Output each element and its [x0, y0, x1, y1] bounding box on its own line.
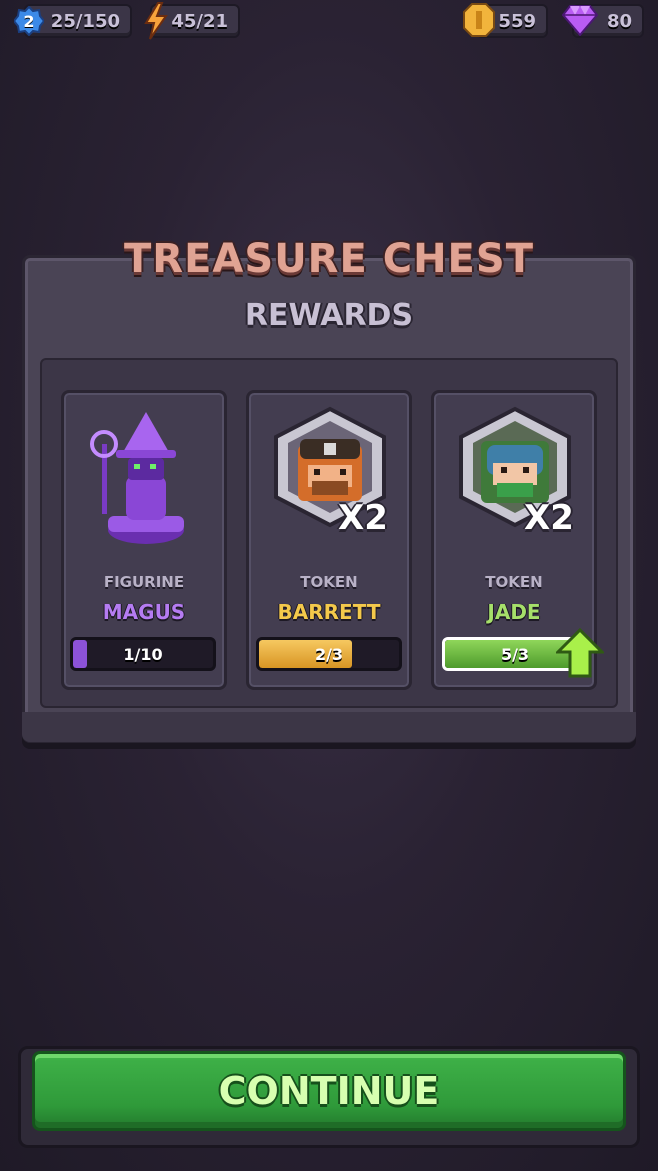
upgrade-arrow-icon[interactable]: [556, 628, 604, 678]
panel-subtitle: REWARDS: [244, 298, 414, 333]
progress-text: 1/10: [123, 644, 163, 664]
gem-icon: [562, 5, 598, 36]
reward-name: BARRETT: [277, 600, 381, 624]
coin-icon: [463, 3, 495, 37]
coins-value: 559: [498, 10, 536, 32]
quantity-label: X2: [524, 498, 574, 538]
level-number: 2: [23, 11, 35, 31]
energy-value: 45/21: [171, 10, 228, 32]
continue-button[interactable]: CONTINUE: [32, 1051, 626, 1131]
progress-bar: 2/3: [256, 637, 402, 671]
quantity-label: X2: [338, 498, 388, 538]
magus-figurine-icon: [90, 412, 184, 544]
reward-type: FIGURINE: [103, 573, 185, 591]
panel-title: TREASURE CHEST: [124, 236, 534, 282]
gems-value: 80: [606, 10, 632, 32]
reward-type: TOKEN: [485, 573, 543, 591]
reward-type: TOKEN: [300, 573, 358, 591]
reward-name: MAGUS: [102, 600, 186, 624]
xp-value: 25/150: [50, 10, 120, 32]
panel-footer: [22, 712, 636, 742]
lightning-icon: [144, 2, 168, 40]
reward-name: JADE: [487, 600, 541, 624]
progress-text: 2/3: [314, 644, 344, 664]
progress-bar: 1/10: [70, 637, 216, 671]
